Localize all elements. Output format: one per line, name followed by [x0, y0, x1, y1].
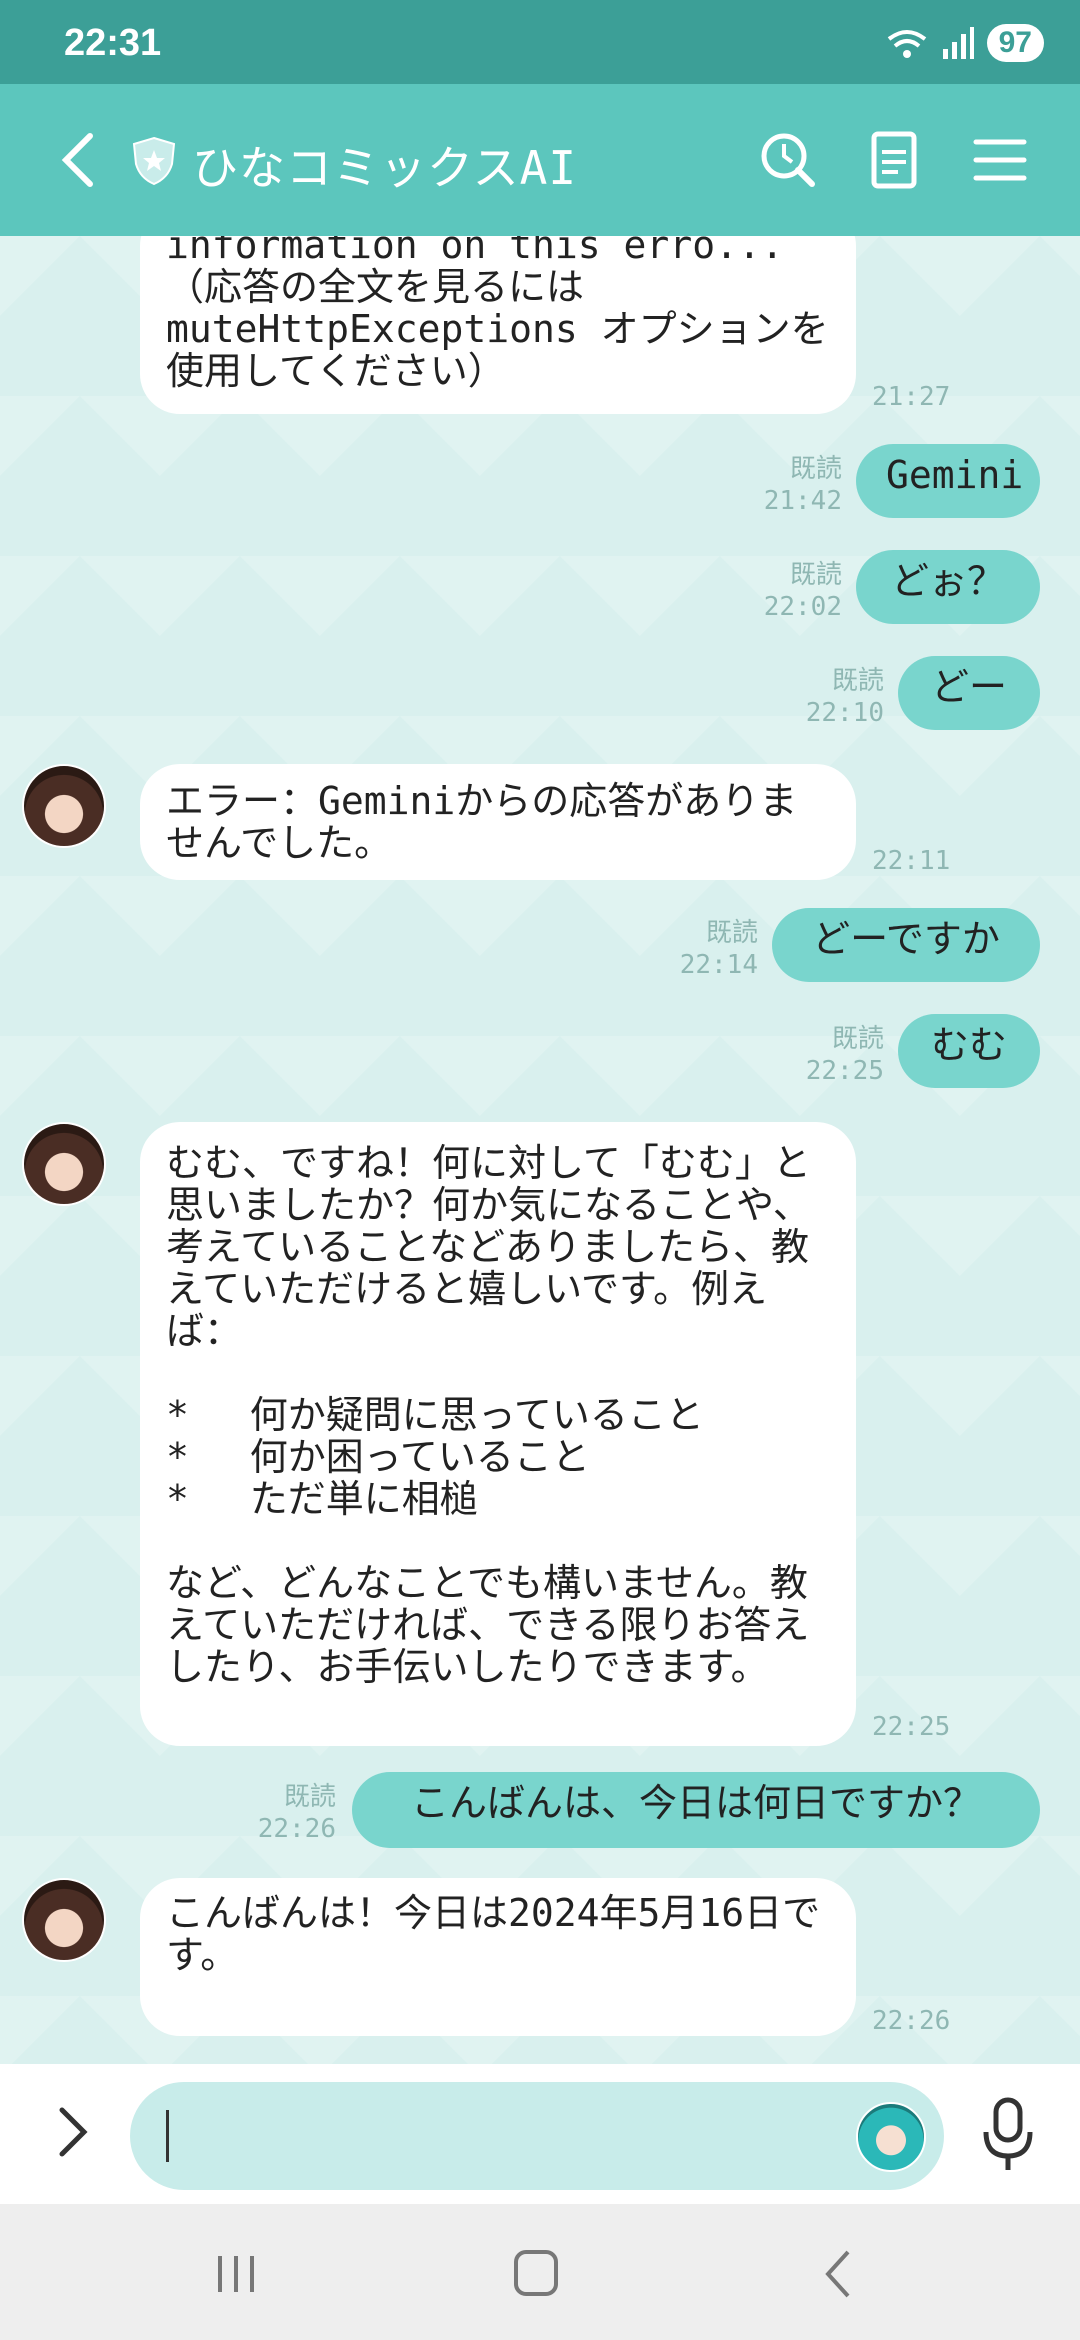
shield-icon	[132, 136, 176, 186]
read-receipt: 既読	[831, 1024, 884, 1054]
read-receipt: 既読	[789, 454, 842, 484]
message-time: 22:26	[872, 2006, 951, 2036]
message-bubble-outgoing[interactable]: Gemini	[856, 444, 1040, 518]
bot-avatar[interactable]	[22, 764, 106, 848]
bot-avatar[interactable]	[22, 1122, 106, 1206]
clock: 22:31	[64, 22, 162, 64]
bot-avatar[interactable]	[22, 1878, 106, 1962]
system-nav-bar	[0, 2204, 1080, 2340]
message-time: 21:42	[763, 486, 842, 516]
recent-apps-icon[interactable]	[206, 2246, 266, 2302]
chat-title: ひなコミックスAI	[192, 141, 578, 195]
read-receipt: 既読	[283, 1782, 336, 1812]
message-time: 22:02	[763, 592, 842, 622]
message-composer	[0, 2064, 1080, 2204]
message-time: 22:26	[257, 1814, 336, 1844]
message-time: 21:27	[872, 382, 951, 412]
expand-icon[interactable]	[54, 2102, 94, 2162]
text-caret	[166, 2110, 169, 2162]
message-bubble-outgoing[interactable]: こんばんは、今日は何日ですか？	[352, 1772, 1040, 1848]
read-receipt: 既読	[831, 666, 884, 696]
wifi-icon	[887, 30, 926, 58]
battery-badge: 97	[986, 24, 1044, 62]
message-bubble-incoming[interactable]: むむ、ですね！何に対して「むむ」と思いましたか？何か気になることや、考えているこ…	[140, 1122, 856, 1746]
chat-area[interactable]: information on this erro...（応答の全文を見るには m…	[0, 236, 1080, 2064]
read-receipt: 既読	[705, 918, 758, 948]
status-bar: 22:31 97	[0, 0, 1080, 84]
message-time: 22:25	[872, 1712, 951, 1742]
mic-icon[interactable]	[980, 2094, 1036, 2174]
message-time: 22:25	[805, 1056, 884, 1086]
home-icon[interactable]	[506, 2246, 566, 2302]
message-bubble-outgoing[interactable]: どー	[898, 656, 1040, 730]
sticker-button[interactable]	[856, 2102, 926, 2172]
signal-icon	[942, 27, 974, 59]
menu-icon[interactable]	[968, 128, 1032, 192]
history-icon[interactable]	[756, 128, 820, 192]
message-input-decor	[130, 2082, 944, 2190]
message-bubble-incoming[interactable]: こんばんは！今日は2024年5月16日です。	[140, 1878, 856, 2036]
status-icons: 97	[885, 24, 1044, 62]
message-time: 22:14	[679, 950, 758, 980]
message-bubble-outgoing[interactable]: どーですか	[772, 908, 1040, 982]
notes-icon[interactable]	[862, 128, 926, 192]
message-bubble-incoming[interactable]: information on this erro...（応答の全文を見るには m…	[140, 236, 856, 414]
chat-header: ひなコミックスAI	[0, 84, 1080, 236]
message-bubble-incoming[interactable]: エラー：Geminiからの応答がありませんでした。	[140, 764, 856, 880]
message-bubble-outgoing[interactable]: どぉ？	[856, 550, 1040, 624]
read-receipt: 既読	[789, 560, 842, 590]
message-time: 22:10	[805, 698, 884, 728]
message-bubble-outgoing[interactable]: むむ	[898, 1014, 1040, 1088]
nav-back-icon[interactable]	[810, 2246, 870, 2302]
back-icon[interactable]	[52, 128, 112, 192]
message-time: 22:11	[872, 846, 951, 876]
